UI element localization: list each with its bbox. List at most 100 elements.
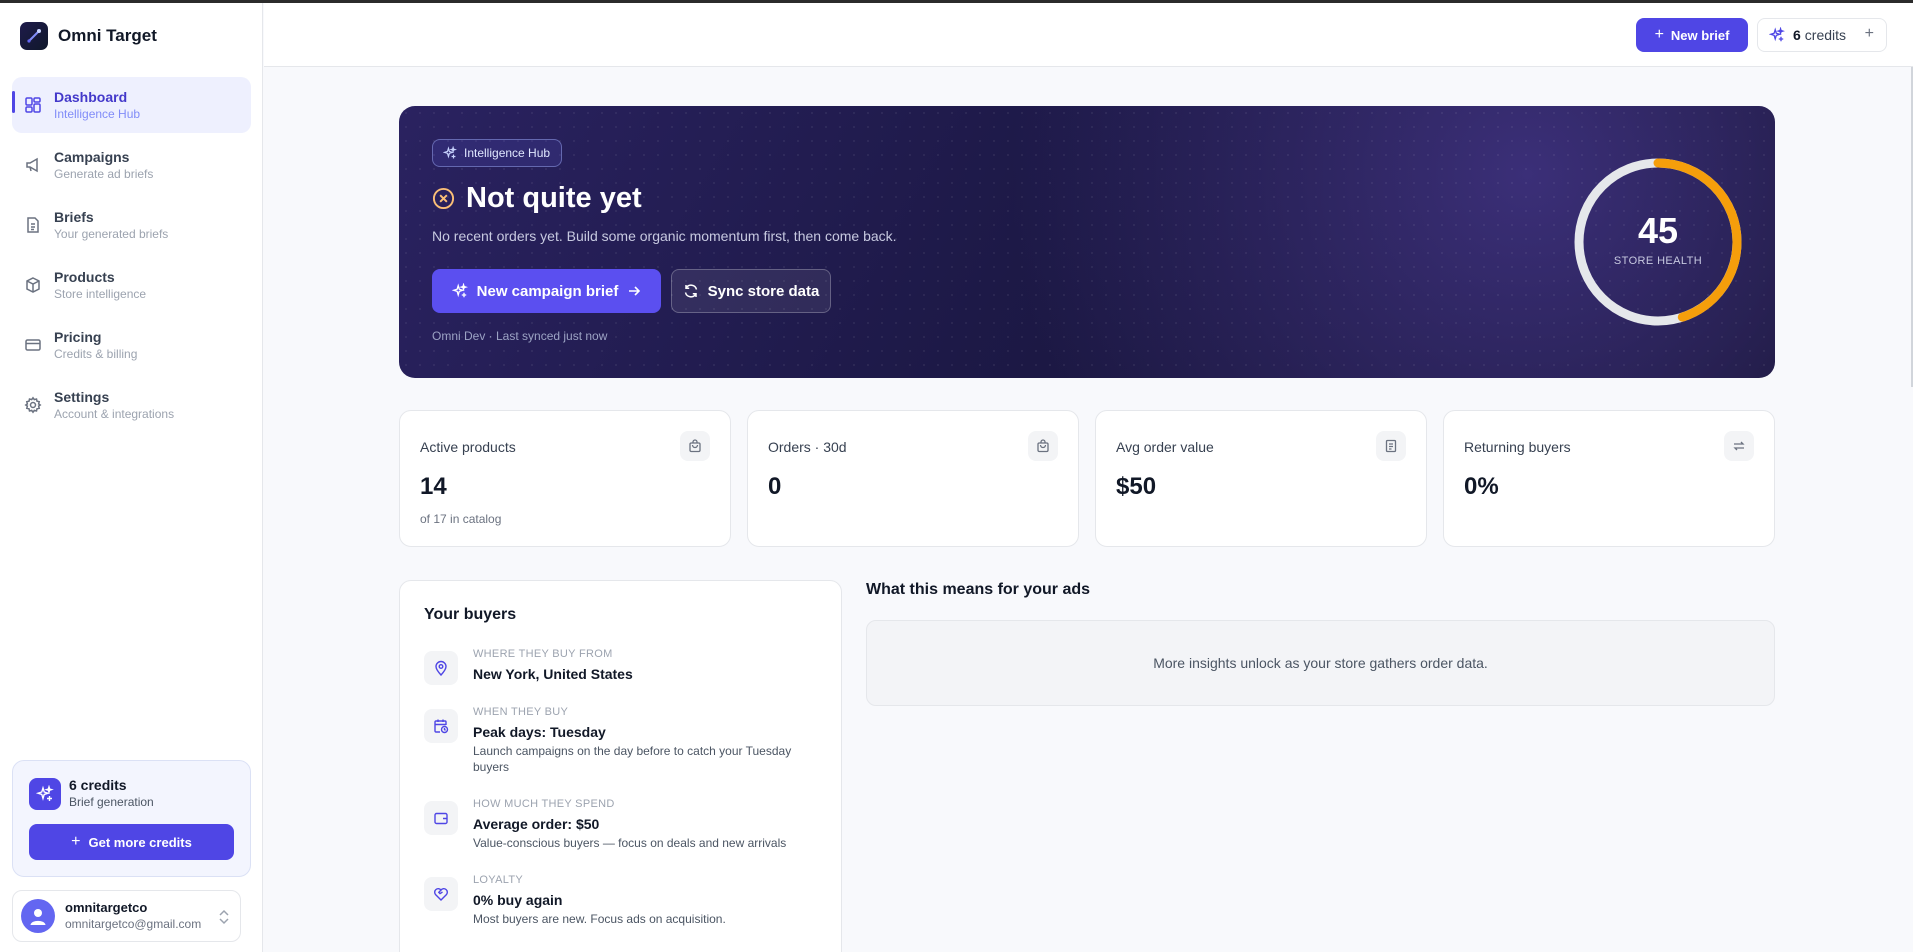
stat-label: Active products [420, 439, 516, 455]
sidebar-item-products[interactable]: Products Store intelligence [12, 257, 251, 313]
sidebar-item-sub: Generate ad briefs [54, 166, 154, 181]
buyer-row-location: WHERE THEY BUY FROM New York, United Sta… [424, 647, 824, 685]
new-brief-button[interactable]: + New brief [1636, 18, 1748, 52]
store-health-gauge: 45 STORE HEALTH [1572, 156, 1744, 328]
sparkles-icon [1769, 27, 1785, 42]
buyer-desc: Most buyers are new. Focus ads on acquis… [473, 912, 726, 926]
user-menu[interactable]: omnitargetco omnitargetco@gmail.com [12, 890, 241, 942]
sync-store-data-button[interactable]: Sync store data [671, 269, 831, 313]
sidebar-item-label: Products [54, 268, 115, 285]
add-credits-icon[interactable]: + [1865, 25, 1874, 43]
sidebar-item-label: Campaigns [54, 148, 130, 165]
your-buyers-card: Your buyers WHERE THEY BUY FROM New York… [399, 580, 842, 952]
stat-card-orders: Orders · 30d 0 [747, 410, 1079, 547]
dashboard-icon [25, 97, 41, 113]
credits-title: 6 credits [69, 777, 127, 793]
sidebar-item-label: Settings [54, 388, 110, 405]
buyer-row-timing: WHEN THEY BUY Peak days: Tuesday Launch … [424, 705, 824, 775]
brand-logo-icon [20, 22, 48, 50]
buyer-desc: Value-conscious buyers — focus on deals … [473, 836, 787, 850]
intelligence-hub-badge: Intelligence Hub [432, 139, 563, 167]
plus-icon: + [71, 833, 81, 850]
stat-value: $50 [1116, 473, 1157, 500]
stat-value: 14 [420, 473, 447, 500]
sidebar-item-sub: Account & integrations [54, 406, 175, 421]
sidebar-nav: Dashboard Intelligence Hub Campaigns Gener… [12, 77, 251, 437]
buyer-kicker: WHERE THEY BUY FROM [473, 648, 613, 660]
last-synced-text: Omni Dev · Last synced just now [432, 329, 608, 343]
sparkles-icon [443, 146, 457, 159]
credits-subtitle: Brief generation [69, 795, 154, 809]
sidebar-item-sub: Your generated briefs [54, 226, 169, 241]
sidebar: Omni Target Dashboard Intelligence Hub Ca… [0, 3, 263, 952]
repeat-icon [1724, 431, 1754, 461]
shopping-bag-icon [680, 431, 710, 461]
sync-store-data-label: Sync store data [707, 282, 820, 300]
sidebar-item-sub: Credits & billing [54, 346, 138, 361]
shopping-bag-icon [1028, 431, 1058, 461]
buyer-kicker: LOYALTY [473, 874, 523, 886]
hub-badge-label: Intelligence Hub [464, 146, 551, 160]
credits-pill[interactable]: 6 credits + [1757, 18, 1887, 52]
sidebar-item-briefs[interactable]: Briefs Your generated briefs [12, 197, 251, 253]
chevron-up-down-icon [219, 909, 229, 925]
user-email: omnitargetco@gmail.com [65, 917, 202, 931]
buyers-title: Your buyers [424, 606, 517, 623]
stat-label: Returning buyers [1464, 439, 1571, 455]
buyer-desc: Launch campaigns on the day before to ca… [473, 744, 792, 774]
store-health-score: 45 [1637, 210, 1679, 251]
sidebar-item-campaigns[interactable]: Campaigns Generate ad briefs [12, 137, 251, 193]
credits-card: 6 credits Brief generation + Get more cr… [12, 760, 251, 877]
stat-label: Avg order value [1116, 439, 1214, 455]
store-health-label: STORE HEALTH [1613, 255, 1703, 267]
sidebar-item-sub: Store intelligence [54, 286, 147, 301]
sidebar-item-sub: Intelligence Hub [54, 106, 141, 121]
get-more-credits-button[interactable]: + Get more credits [29, 824, 234, 860]
stat-card-avg-order-value: Avg order value $50 [1095, 410, 1427, 547]
new-campaign-brief-button[interactable]: New campaign brief [432, 269, 661, 313]
sidebar-item-settings[interactable]: Settings Account & integrations [12, 377, 251, 433]
x-circle-icon [432, 187, 455, 210]
hero-description: No recent orders yet. Build some organic… [432, 228, 897, 244]
app-name: Omni Target [58, 26, 157, 45]
insights-empty-state: More insights unlock as your store gathe… [866, 620, 1775, 706]
avatar [21, 899, 55, 933]
stat-value: 0 [768, 473, 782, 500]
get-more-credits-label: Get more credits [88, 834, 192, 850]
buyer-title: New York, United States [473, 666, 633, 682]
map-pin-icon [424, 651, 458, 685]
arrow-right-icon [629, 286, 641, 296]
gear-icon [24, 396, 42, 414]
buyer-title: 0% buy again [473, 892, 563, 908]
document-icon [27, 217, 39, 233]
wallet-icon [424, 801, 458, 835]
sidebar-item-label: Dashboard [54, 88, 128, 105]
credits-count: 6 [1793, 27, 1801, 43]
stat-card-active-products: Active products 14 of 17 in catalog [399, 410, 731, 547]
calendar-clock-icon [424, 709, 458, 743]
insights-title: What this means for your ads [866, 581, 1091, 598]
sparkles-icon [29, 777, 61, 810]
sparkles-icon [451, 283, 468, 298]
hero-title: Not quite yet [466, 182, 642, 214]
stat-value: 0% [1464, 473, 1499, 500]
user-name: omnitargetco [65, 900, 148, 915]
sidebar-item-pricing[interactable]: Pricing Credits & billing [12, 317, 251, 373]
buyer-title: Average order: $50 [473, 816, 600, 832]
new-campaign-brief-label: New campaign brief [476, 282, 619, 300]
heart-handshake-icon [424, 877, 458, 911]
buyer-row-loyalty: LOYALTY 0% buy again Most buyers are new… [424, 873, 824, 927]
refresh-icon [684, 284, 697, 298]
brand[interactable]: Omni Target [20, 22, 157, 50]
credit-card-icon [25, 339, 41, 351]
sidebar-item-dashboard[interactable]: Dashboard Intelligence Hub [12, 77, 251, 133]
buyer-kicker: HOW MUCH THEY SPEND [473, 798, 615, 810]
box-icon [26, 277, 40, 293]
buyer-row-spend: HOW MUCH THEY SPEND Average order: $50 V… [424, 797, 824, 851]
credits-label: credits [1804, 27, 1847, 43]
stat-sub: of 17 in catalog [420, 512, 502, 526]
sidebar-item-label: Pricing [54, 328, 102, 345]
new-brief-label: New brief [1670, 27, 1730, 43]
stat-label: Orders · 30d [768, 439, 847, 455]
receipt-icon [1376, 431, 1406, 461]
